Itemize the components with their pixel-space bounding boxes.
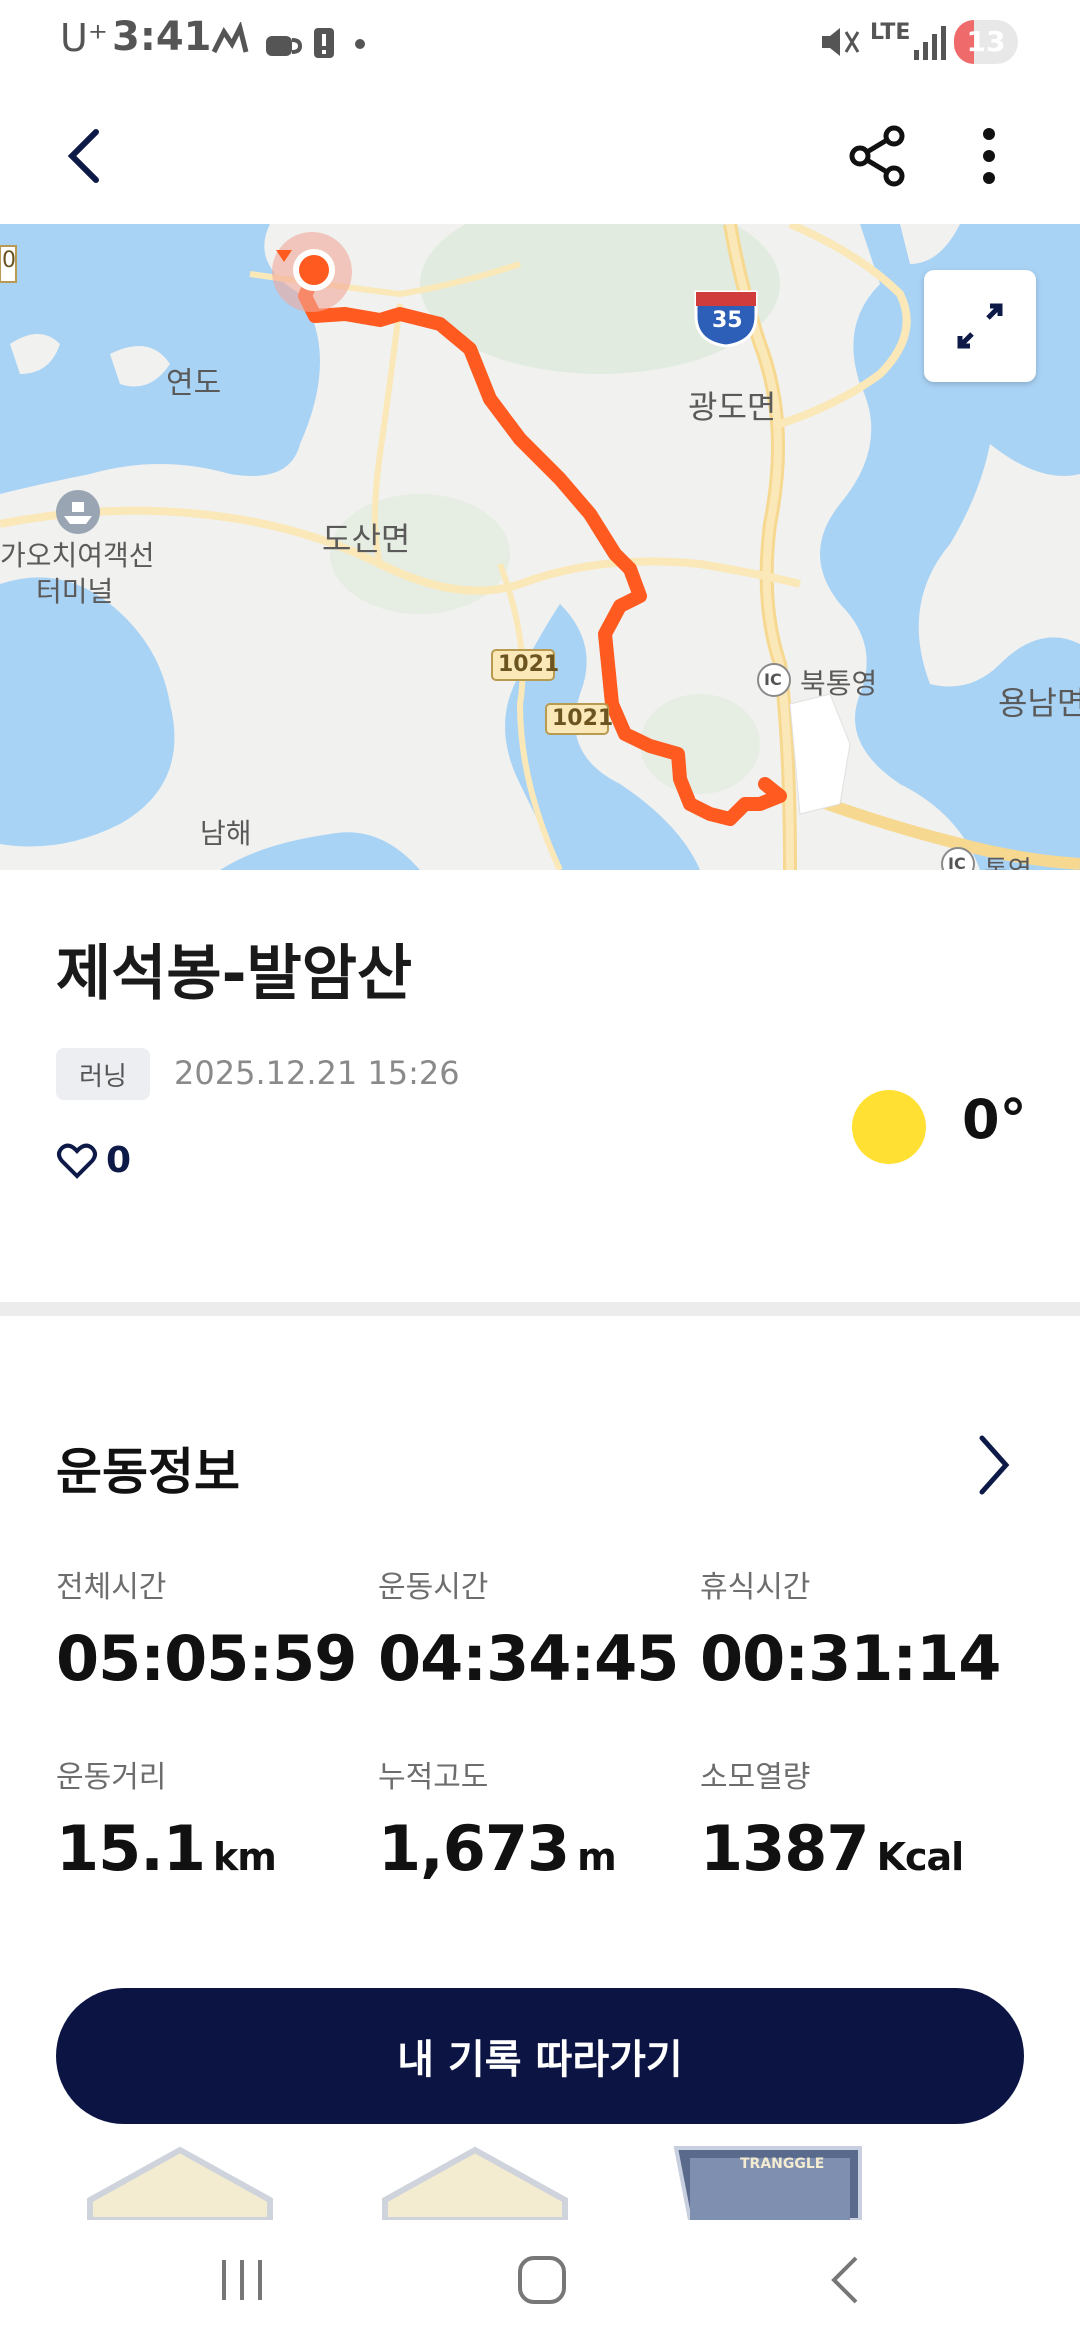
recent-apps-icon[interactable] xyxy=(216,2256,268,2304)
chevron-right-icon[interactable] xyxy=(972,1432,1016,1498)
clock: 3:41 xyxy=(112,14,212,60)
map-label-tongyeong: 통영 xyxy=(984,850,1032,870)
section-divider xyxy=(0,1302,1080,1316)
ic-marker-b: IC xyxy=(948,854,966,870)
unit-km: km xyxy=(212,1835,277,1879)
system-navigation-bar xyxy=(0,2220,1080,2340)
unit-m: m xyxy=(577,1835,617,1879)
map-label-dosan: 도산면 xyxy=(322,520,411,558)
stat-label-exercise-time: 운동시간 xyxy=(378,1570,489,1605)
stat-value-rest-time: 00:31:14 xyxy=(700,1622,1001,1695)
share-icon[interactable] xyxy=(846,124,908,188)
status-bar: U⁺ 3:41 LTE 13 xyxy=(0,0,1080,84)
badge-row xyxy=(87,2146,862,2220)
stat-label-total-time: 전체시간 xyxy=(56,1570,167,1605)
map-canvas xyxy=(0,224,1080,870)
stat-value-calories: 1387 Kcal xyxy=(700,1812,965,1885)
home-icon[interactable] xyxy=(516,2254,568,2306)
map-label-north-tongyeong: 북통영 xyxy=(800,667,878,700)
route-shield-1021-a: 1021 xyxy=(498,652,560,677)
stat-label-elevation: 누적고도 xyxy=(378,1760,489,1795)
sun-icon xyxy=(852,1090,926,1164)
map-label-yeondo: 연도 xyxy=(166,366,222,401)
follow-my-record-button[interactable]: 내 기록 따라가기 xyxy=(56,1988,1024,2124)
stat-value-total-time: 05:05:59 xyxy=(56,1622,357,1695)
record-title: 제석봉-발암산 xyxy=(56,939,413,1009)
unit-kcal: Kcal xyxy=(876,1835,965,1879)
mute-icon xyxy=(822,28,860,56)
stat-value-distance: 15.1 km xyxy=(56,1812,277,1885)
system-back-icon[interactable] xyxy=(826,2254,866,2306)
highway-shield-35: 35 xyxy=(712,308,743,333)
map-label-yongnam: 용남면 xyxy=(998,684,1080,722)
expand-map-button[interactable] xyxy=(924,270,1036,382)
map-label-gwangdo: 광도면 xyxy=(688,388,777,426)
route-shield-1021-b: 1021 xyxy=(552,706,614,731)
battery-level: 13 xyxy=(966,25,1006,58)
route-map[interactable]: 연도 광도면 도산면 가오치여객선 터미널 북통영 용남면 남해 통영 1021… xyxy=(0,224,1080,870)
activity-tag: 러닝 xyxy=(56,1048,150,1100)
like-count: 0 xyxy=(106,1140,132,1181)
notification-icons xyxy=(211,22,365,58)
badge-tranggle-label: TRANGGLE xyxy=(740,2156,825,2172)
stat-label-calories: 소모열량 xyxy=(700,1760,811,1795)
temperature: 0° xyxy=(962,1088,1027,1151)
top-app-bar xyxy=(0,84,1080,224)
map-label-terminal-line1: 가오치여객선 xyxy=(0,539,155,572)
heart-icon[interactable] xyxy=(56,1142,98,1180)
battery-icon: 13 xyxy=(954,20,1018,64)
more-options-icon[interactable] xyxy=(974,124,1004,188)
workout-info-title: 운동정보 xyxy=(56,1443,240,1501)
stat-value-elevation: 1,673 m xyxy=(378,1812,617,1885)
back-arrow-icon[interactable] xyxy=(60,126,110,186)
signal-icon xyxy=(914,26,946,60)
stat-value-exercise-time: 04:34:45 xyxy=(378,1622,679,1695)
stat-label-distance: 운동거리 xyxy=(56,1760,167,1795)
record-datetime: 2025.12.21 15:26 xyxy=(174,1054,460,1092)
map-edge-label: 0 xyxy=(2,248,16,273)
expand-icon xyxy=(957,303,1003,349)
carrier-label: U⁺ xyxy=(60,16,108,60)
network-label: LTE xyxy=(870,20,911,45)
map-label-namhae: 남해 xyxy=(200,817,252,850)
map-label-terminal-line2: 터미널 xyxy=(36,575,114,608)
ic-marker-a: IC xyxy=(764,670,782,689)
stat-label-rest-time: 휴식시간 xyxy=(700,1570,811,1605)
